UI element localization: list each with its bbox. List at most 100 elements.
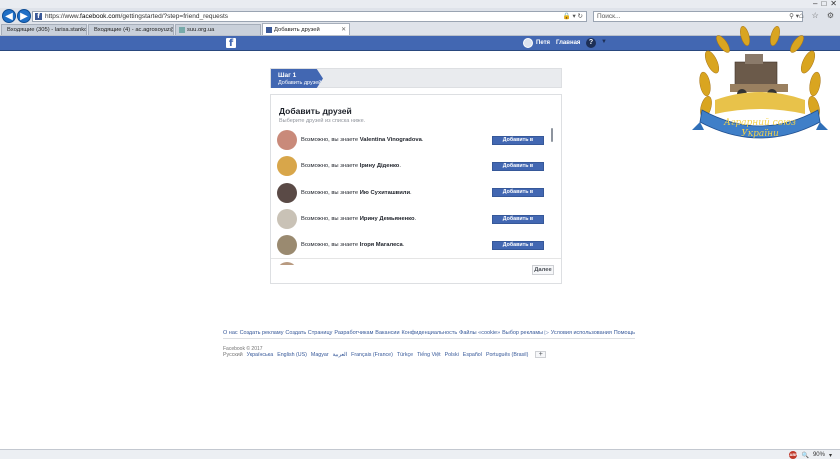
language-link[interactable]: Türkçe	[397, 352, 413, 358]
tab-label: suu.org.ua	[187, 27, 215, 33]
step-indicator: Шаг 1 Добавить друзей	[270, 68, 562, 88]
back-button[interactable]: ◀	[2, 9, 16, 23]
avatar[interactable]	[277, 261, 297, 265]
close-tab-icon[interactable]: ✕	[333, 25, 346, 35]
step-title: Добавить друзей	[278, 80, 322, 86]
favorites-star-icon[interactable]: ☆	[812, 11, 819, 20]
footer-link[interactable]: Создать Страницу	[285, 330, 332, 336]
suggestion-text: Возможно, вы знаете Ирину Демьяненко.	[301, 216, 417, 223]
language-link[interactable]: Español	[463, 352, 482, 358]
panel-title: Добавить друзей	[279, 106, 352, 116]
footer-link[interactable]: Создать рекламу	[240, 330, 284, 336]
browser-search-input[interactable]: Поиск... ⚲ ▾	[593, 11, 803, 22]
help-icon[interactable]: ?	[586, 38, 596, 48]
suggestion-text: Возможно, вы знаете Ігоря Магалеса.	[301, 242, 405, 249]
person-name-link[interactable]: Ірину Діденко	[360, 163, 400, 169]
suggestion-row: Возможно, вы знаете Ию Сухиташвили. Доба…	[277, 180, 555, 206]
logo-text-line2: України	[741, 129, 779, 139]
language-link[interactable]: Magyar	[311, 352, 329, 358]
title-bar: – □ ✕	[0, 0, 840, 8]
add-friend-button[interactable]: Добавить в друзья	[492, 214, 544, 229]
panel-header: Добавить друзей Выберите друзей из списк…	[279, 106, 365, 124]
add-friend-button[interactable]: Добавить в друзья	[492, 240, 544, 255]
avatar[interactable]	[277, 182, 297, 203]
panel-subtitle: Выберите друзей из списка ниже.	[279, 118, 366, 124]
zoom-icon: 🔍	[801, 452, 809, 459]
avatar[interactable]	[277, 130, 297, 151]
facebook-favicon-icon	[266, 26, 272, 33]
minimize-icon[interactable]: –	[813, 0, 817, 8]
lock-icon[interactable]: 🔒 ▾ ↻	[563, 12, 583, 20]
step-number: Шаг 1	[278, 72, 297, 79]
footer-link[interactable]: Вакансии	[375, 330, 399, 336]
language-link[interactable]: Français (France)	[351, 352, 393, 358]
language-link[interactable]: العربية	[333, 352, 347, 358]
account-menu-chevron-down-icon[interactable]: ▼	[601, 39, 607, 45]
tab-suu[interactable]: suu.org.ua	[175, 24, 261, 35]
avatar	[523, 38, 533, 48]
settings-gear-icon[interactable]: ⚙	[827, 11, 834, 20]
add-friends-panel: Добавить друзей Выберите друзей из списк…	[270, 94, 562, 284]
footer-link[interactable]: Условия использования	[551, 330, 612, 336]
more-languages-plus-icon[interactable]: +	[535, 351, 547, 358]
profile-link[interactable]: Петя	[523, 38, 550, 48]
close-window-icon[interactable]: ✕	[830, 0, 837, 8]
language-current: Русский	[223, 351, 243, 358]
footer-link-ad-choices[interactable]: Выбор рекламы ▷	[502, 330, 549, 336]
footer-link[interactable]: Файлы «cookie»	[459, 330, 500, 336]
user-name: Петя	[536, 40, 551, 46]
suggestion-text: Возможно, вы знаете Ию Сухиташвили.	[301, 189, 412, 196]
home-icon[interactable]: ⌂	[799, 11, 804, 20]
add-friend-button[interactable]: Добавить в друзья	[492, 188, 544, 202]
adblock-icon[interactable]: ABP	[789, 451, 798, 459]
suggestion-text: Возможно, вы знаете Ірину Діденко.	[301, 163, 401, 170]
site-icon	[179, 27, 185, 33]
person-name-link[interactable]: Ігоря Магалеса	[360, 242, 403, 248]
agrarian-union-logo: Аграрний союз України	[690, 22, 830, 152]
next-button[interactable]: Далее	[532, 265, 554, 275]
add-friend-button[interactable]: Добавить в друзья	[492, 161, 544, 176]
home-link[interactable]: Главная	[556, 40, 580, 46]
person-name-link[interactable]: Ию Сухиташвили	[360, 190, 410, 196]
zoom-level[interactable]: 90%	[813, 452, 825, 458]
search-icon[interactable]: ⚲ ▾	[789, 12, 799, 21]
language-link[interactable]: Tiếng Việt	[417, 352, 441, 358]
avatar[interactable]	[277, 209, 297, 230]
language-link[interactable]: Português (Brasil)	[486, 352, 528, 358]
tab-label: Входящие (305) - larisa.stanko...	[7, 27, 87, 33]
tab-label: Входящие (4) - ac.agrosoyuz@g...	[94, 27, 173, 33]
footer-link[interactable]: Разработчикам	[334, 330, 373, 336]
facebook-logo-icon[interactable]: f	[226, 38, 236, 48]
status-bar: ABP 🔍 90% ▾	[0, 449, 840, 459]
language-link[interactable]: Polski	[445, 352, 459, 358]
language-list: Русский Українська English (US) Magyar ا…	[223, 351, 547, 358]
tab-inbox-2[interactable]: Входящие (4) - ac.agrosoyuz@g...	[88, 24, 174, 35]
tab-inbox-1[interactable]: Входящие (305) - larisa.stanko...	[1, 24, 87, 35]
suggestion-text: Возможно, вы знаете Valentina Vinogradov…	[301, 137, 424, 144]
footer-link[interactable]: О нас	[223, 330, 238, 336]
language-link[interactable]: Українська	[247, 352, 274, 358]
avatar[interactable]	[277, 156, 297, 177]
footer-links: О нас Создать рекламу Создать Страницу Р…	[223, 330, 635, 336]
suggestion-row: Возможно, вы знаете Ігоря Магалеса. Доба…	[277, 232, 555, 258]
suggestion-row-partial	[277, 258, 555, 265]
maximize-icon[interactable]: □	[821, 0, 826, 8]
footer-link[interactable]: Конфиденциальность	[401, 330, 457, 336]
logo-text-line1: Аграрний союз	[723, 118, 796, 128]
forward-button[interactable]: ▶	[17, 9, 31, 23]
zoom-chevron-down-icon[interactable]: ▾	[829, 452, 832, 459]
avatar[interactable]	[277, 235, 297, 256]
step-tab: Шаг 1 Добавить друзей	[271, 69, 323, 88]
tab-add-friends[interactable]: Добавить друзей ✕	[262, 23, 350, 35]
add-friend-button[interactable]: Добавить в друзья	[492, 135, 544, 150]
language-link[interactable]: English (US)	[277, 352, 307, 358]
suggestion-list[interactable]: Возможно, вы знаете Valentina Vinogradov…	[277, 127, 555, 265]
footer-divider	[223, 338, 635, 339]
ad-choices-icon: ▷	[544, 330, 549, 336]
footer-link[interactable]: Помощь	[614, 330, 635, 336]
person-name-link[interactable]: Valentina Vinogradova	[360, 137, 422, 143]
address-bar[interactable]: f https://www.facebook.com/gettingstarte…	[32, 11, 587, 22]
list-scrollbar[interactable]	[551, 128, 553, 142]
wheat-wreath-logo-icon: Аграрний союз України	[692, 26, 828, 139]
person-name-link[interactable]: Ирину Демьяненко	[360, 216, 415, 222]
